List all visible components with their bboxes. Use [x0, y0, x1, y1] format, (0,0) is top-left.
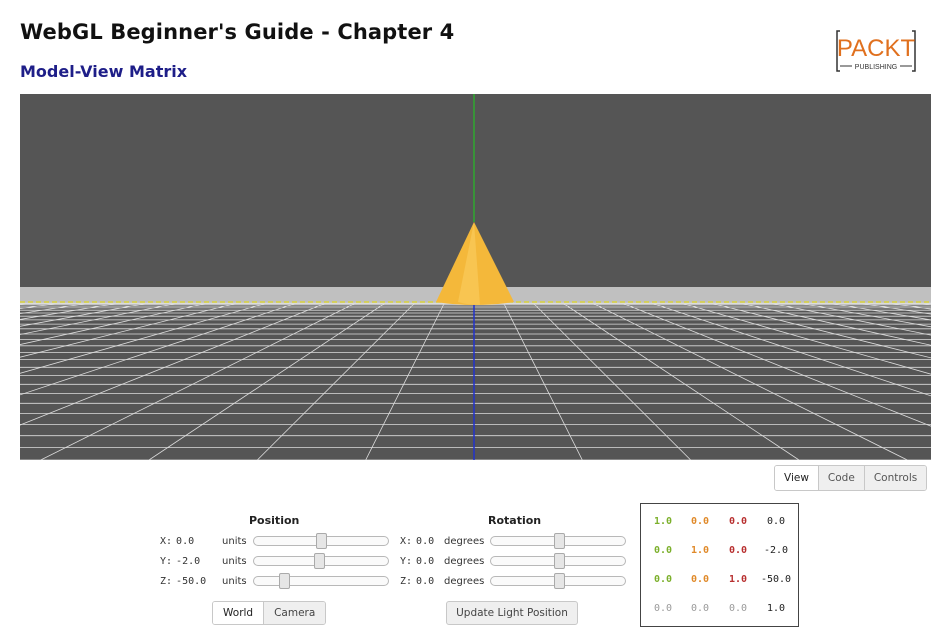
matrix-cell-2-2: 1.0: [728, 574, 748, 585]
position-row-y: Y: -2.0 units: [160, 553, 389, 569]
matrix-cell-1-0: 0.0: [653, 545, 673, 556]
position-z-unit: units: [222, 575, 247, 587]
world-button[interactable]: World: [213, 602, 264, 624]
page-title: WebGL Beginner's Guide - Chapter 4: [20, 20, 455, 44]
matrix-cell-0-0: 1.0: [653, 516, 673, 527]
rotation-y-value: 0.0: [416, 555, 435, 567]
matrix-cell-1-1: 1.0: [690, 545, 710, 556]
page-subtitle: Model-View Matrix: [20, 62, 188, 81]
matrix-cell-3-3: 1.0: [766, 603, 786, 614]
view-tabs: View Code Controls: [774, 465, 928, 491]
update-light-position-button[interactable]: Update Light Position: [446, 601, 578, 625]
matrix-cell-3-0: 0.0: [653, 603, 673, 614]
matrix-cell-2-3: -50.0: [760, 574, 792, 585]
tab-view[interactable]: View: [775, 466, 818, 490]
position-y-unit: units: [222, 555, 247, 567]
matrix-cell-3-2: 0.0: [728, 603, 748, 614]
position-y-slider-handle[interactable]: [313, 553, 325, 569]
position-y-axis: Y:: [160, 555, 173, 567]
position-x-axis: X:: [160, 535, 173, 547]
matrix-cell-2-0: 0.0: [653, 574, 673, 585]
camera-button[interactable]: Camera: [263, 602, 326, 624]
position-x-slider[interactable]: [252, 533, 389, 549]
matrix-cell-0-2: 0.0: [728, 516, 748, 527]
matrix-cell-0-1: 0.0: [690, 516, 710, 527]
position-row-z: Z: -50.0 units: [160, 573, 389, 589]
matrix-cell-3-1: 0.0: [690, 603, 710, 614]
matrix-cell-1-3: -2.0: [763, 545, 789, 556]
rotation-y-axis: Y:: [400, 555, 413, 567]
position-heading: Position: [249, 514, 300, 527]
rotation-row-z: Z: 0.0 degrees: [400, 573, 627, 589]
rotation-z-slider[interactable]: [490, 573, 627, 589]
position-z-axis: Z:: [160, 575, 173, 587]
rotation-row-y: Y: 0.0 degrees: [400, 553, 627, 569]
position-x-slider-handle[interactable]: [316, 533, 328, 549]
rotation-y-slider-handle[interactable]: [553, 553, 565, 569]
matrix-cell-2-1: 0.0: [690, 574, 710, 585]
rotation-z-value: 0.0: [416, 575, 435, 587]
rotation-x-axis: X:: [400, 535, 413, 547]
packt-logo: PACKT PUBLISHING: [836, 30, 916, 72]
app-page: WebGL Beginner's Guide - Chapter 4 Model…: [0, 0, 933, 636]
logo-subtext: PUBLISHING: [855, 64, 897, 71]
position-z-slider[interactable]: [252, 573, 389, 589]
rotation-row-x: X: 0.0 degrees: [400, 533, 627, 549]
rotation-y-unit: degrees: [444, 555, 485, 567]
model-view-matrix: 1.0 0.0 0.0 0.0 0.0 1.0 0.0 -2.0 0.0 0.0…: [640, 503, 799, 627]
rotation-y-slider[interactable]: [490, 553, 627, 569]
rotation-z-slider-handle[interactable]: [553, 573, 565, 589]
rotation-x-unit: degrees: [444, 535, 485, 547]
rotation-x-value: 0.0: [416, 535, 435, 547]
rotation-z-unit: degrees: [444, 575, 485, 587]
matrix-cell-0-3: 0.0: [766, 516, 786, 527]
rotation-heading: Rotation: [488, 514, 542, 527]
position-row-x: X: 0.0 units: [160, 533, 389, 549]
position-x-value: 0.0: [176, 535, 195, 547]
scene-render: [0, 94, 933, 461]
position-z-slider-handle[interactable]: [278, 573, 290, 589]
rotation-x-slider[interactable]: [490, 533, 627, 549]
tab-controls[interactable]: Controls: [863, 466, 927, 490]
rotation-x-slider-handle[interactable]: [553, 533, 565, 549]
webgl-canvas[interactable]: [0, 94, 933, 461]
position-x-unit: units: [222, 535, 247, 547]
position-z-value: -50.0: [176, 575, 207, 587]
tab-code[interactable]: Code: [817, 466, 864, 490]
rotation-z-axis: Z:: [400, 575, 413, 587]
logo-text: PACKT: [837, 35, 916, 62]
matrix-cell-1-2: 0.0: [728, 545, 748, 556]
coordinate-mode-toggle: World Camera: [212, 601, 327, 625]
position-y-slider[interactable]: [252, 553, 389, 569]
position-y-value: -2.0: [176, 555, 201, 567]
